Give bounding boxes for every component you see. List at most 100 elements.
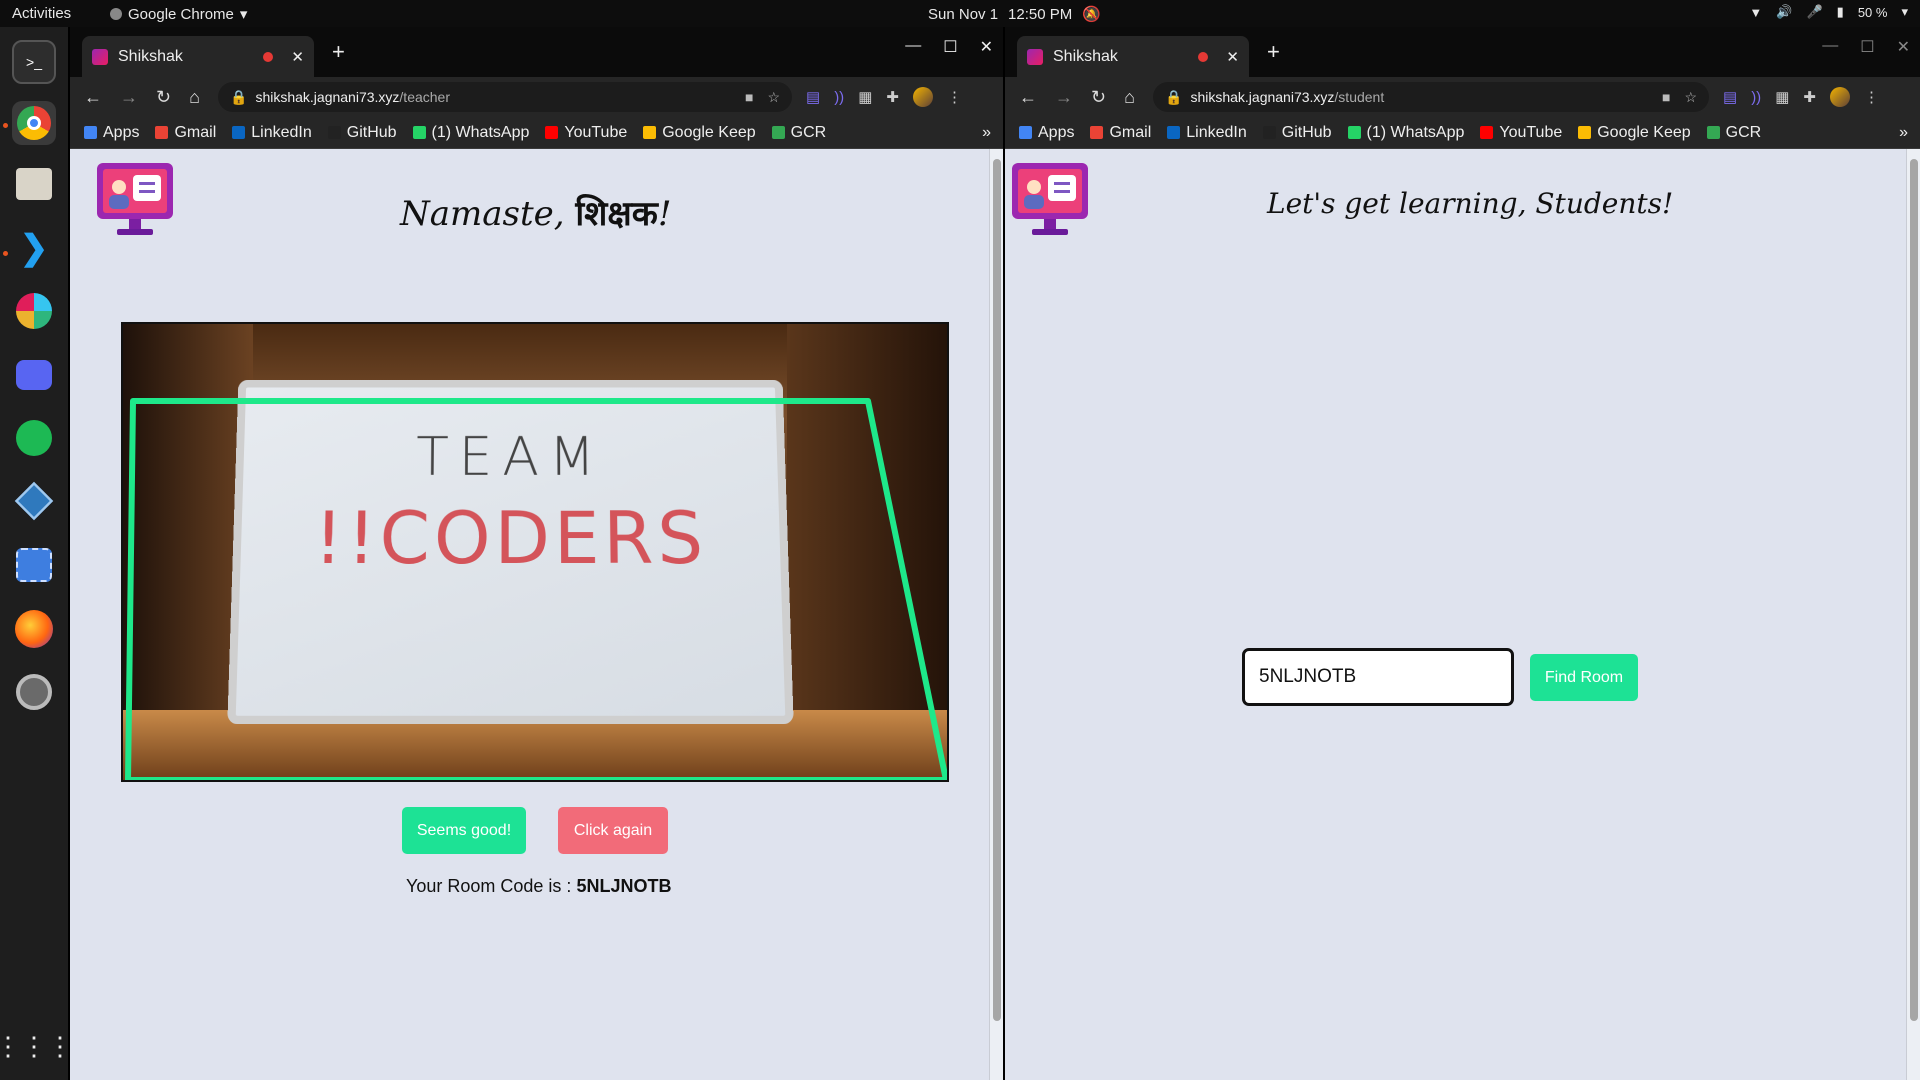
bookmark-item[interactable]: Gmail (1090, 124, 1151, 142)
scrollbar-thumb[interactable] (993, 159, 1001, 1021)
running-indicator (3, 251, 8, 256)
room-code-value: 5NLJNOTB (576, 876, 672, 896)
menu-icon[interactable]: ⋮ (947, 88, 962, 106)
bookmark-label: (1) WhatsApp (431, 123, 530, 141)
bookmark-item[interactable]: Apps (84, 124, 139, 142)
maximize-icon[interactable]: ☐ (943, 37, 957, 57)
bookmark-item[interactable]: GCR (771, 124, 826, 142)
bookmark-item[interactable]: (1) WhatsApp (412, 123, 530, 142)
find-room-button[interactable]: Find Room (1530, 654, 1638, 701)
camera-in-use-icon[interactable]: ■ (1662, 89, 1670, 106)
close-tab-icon[interactable]: ✕ (1226, 48, 1239, 66)
bookmark-item[interactable]: (1) WhatsApp (1347, 123, 1465, 142)
files-icon[interactable] (12, 162, 56, 206)
reload-icon[interactable]: ↻ (156, 87, 171, 108)
activities-button[interactable]: Activities (12, 5, 71, 22)
close-window-icon[interactable]: ✕ (1897, 37, 1910, 57)
bookmark-item[interactable]: LinkedIn (232, 124, 312, 142)
bookmark-item[interactable]: GitHub (1262, 124, 1332, 142)
notifications-off-icon: 🔕 (1082, 6, 1101, 23)
bookmark-label: (1) WhatsApp (1366, 123, 1465, 141)
virtualbox-icon[interactable] (12, 479, 56, 523)
page-scrollbar[interactable] (1906, 149, 1920, 1080)
extension-icon[interactable]: ▤ (1723, 88, 1737, 106)
home-icon[interactable]: ⌂ (1124, 87, 1135, 108)
extension-icon[interactable]: )) (1751, 89, 1761, 106)
profile-avatar[interactable] (1829, 87, 1850, 107)
bookmark-label: Apps (1038, 123, 1075, 141)
mic-icon: 🎤 (1806, 4, 1823, 19)
address-bar[interactable]: 🔒 shikshak.jagnani73.xyz/teacher ■ ☆ (218, 82, 792, 112)
student-page: Let's get learning, Students! Find Room (1005, 149, 1920, 1080)
bookmark-star-icon[interactable]: ☆ (1684, 89, 1697, 106)
forward-icon[interactable]: → (120, 87, 138, 108)
puzzle-icon[interactable]: ✚ (1803, 88, 1816, 106)
spotify-icon[interactable] (12, 416, 56, 460)
forward-icon[interactable]: → (1055, 87, 1073, 108)
firefox-icon[interactable] (12, 607, 56, 651)
page-scrollbar[interactable] (989, 149, 1003, 1080)
bookmark-label: LinkedIn (251, 123, 312, 141)
board-detection-outline (125, 398, 947, 780)
system-top-bar: Activities Google Chrome ▾ Sun Nov 1 12:… (0, 0, 1920, 27)
bookmark-favicon-icon (327, 126, 341, 139)
maximize-icon[interactable]: ☐ (1860, 37, 1874, 57)
bookmark-favicon-icon (155, 126, 169, 139)
bookmark-label: LinkedIn (1186, 123, 1247, 141)
scrollbar-thumb[interactable] (1910, 159, 1918, 1021)
settings-icon[interactable] (12, 670, 56, 714)
new-tab-button[interactable]: + (332, 39, 345, 65)
system-tray[interactable]: ▼ 🔊 🎤 ▮ 50 % ▾ (1749, 4, 1908, 20)
clock[interactable]: Sun Nov 1 12:50 PM 🔕 (928, 5, 1101, 24)
volume-icon: 🔊 (1776, 4, 1793, 19)
bookmark-item[interactable]: GCR (1706, 124, 1761, 142)
profile-avatar[interactable] (912, 87, 933, 107)
extension-icon[interactable]: ▤ (806, 88, 820, 106)
bookmark-item[interactable]: LinkedIn (1167, 124, 1247, 142)
reload-icon[interactable]: ↻ (1091, 87, 1106, 108)
back-icon[interactable]: ← (1019, 87, 1037, 108)
url-host: shikshak.jagnani73.xyz (255, 89, 400, 105)
bookmark-star-icon[interactable]: ☆ (767, 89, 780, 106)
puzzle-icon[interactable]: ✚ (886, 88, 899, 106)
bookmark-item[interactable]: Gmail (155, 124, 216, 142)
screenshot-icon[interactable] (12, 543, 56, 587)
extension-icon[interactable]: ▦ (858, 88, 872, 106)
tab-shikshak[interactable]: Shikshak ✕ (1017, 36, 1249, 77)
bookmark-favicon-icon (1019, 126, 1032, 139)
chevron-right-icon[interactable]: » (1899, 124, 1908, 142)
bookmark-item[interactable]: GitHub (327, 124, 397, 142)
room-code-input[interactable] (1242, 648, 1514, 706)
bookmark-item[interactable]: YouTube (1480, 124, 1562, 142)
bookmark-item[interactable]: YouTube (545, 124, 627, 142)
back-icon[interactable]: ← (84, 87, 102, 108)
seems-good-button[interactable]: Seems good! (402, 807, 526, 854)
lock-icon: 🔒 (230, 88, 248, 105)
vscode-icon[interactable]: ❯ (12, 226, 56, 270)
camera-in-use-icon[interactable]: ■ (745, 89, 753, 106)
terminal-icon[interactable]: >_ (12, 40, 56, 84)
discord-icon[interactable] (12, 353, 56, 397)
app-grid-icon[interactable]: ⋮⋮⋮ (0, 1024, 73, 1068)
chevron-down-icon: ▾ (1901, 4, 1908, 19)
close-tab-icon[interactable]: ✕ (291, 48, 304, 66)
click-again-button[interactable]: Click again (558, 807, 668, 854)
slack-icon[interactable] (12, 289, 56, 333)
bookmark-item[interactable]: Google Keep (643, 124, 756, 142)
minimize-icon[interactable]: — (1822, 37, 1838, 57)
menu-icon[interactable]: ⋮ (1864, 88, 1879, 106)
chrome-icon[interactable] (12, 101, 56, 145)
bookmark-item[interactable]: Apps (1019, 124, 1074, 142)
home-icon[interactable]: ⌂ (189, 87, 200, 108)
minimize-icon[interactable]: — (905, 37, 921, 57)
new-tab-button[interactable]: + (1267, 39, 1280, 65)
bookmark-item[interactable]: Google Keep (1578, 124, 1691, 142)
address-bar[interactable]: 🔒 shikshak.jagnani73.xyz/student ■ ☆ (1153, 82, 1709, 112)
chevron-right-icon[interactable]: » (982, 124, 991, 142)
tab-shikshak[interactable]: Shikshak ✕ (82, 36, 314, 77)
app-menu[interactable]: Google Chrome ▾ (110, 5, 247, 23)
shikshak-logo-icon (97, 163, 173, 235)
extension-icon[interactable]: )) (834, 89, 844, 106)
extension-icon[interactable]: ▦ (1775, 88, 1789, 106)
close-window-icon[interactable]: ✕ (980, 37, 993, 57)
